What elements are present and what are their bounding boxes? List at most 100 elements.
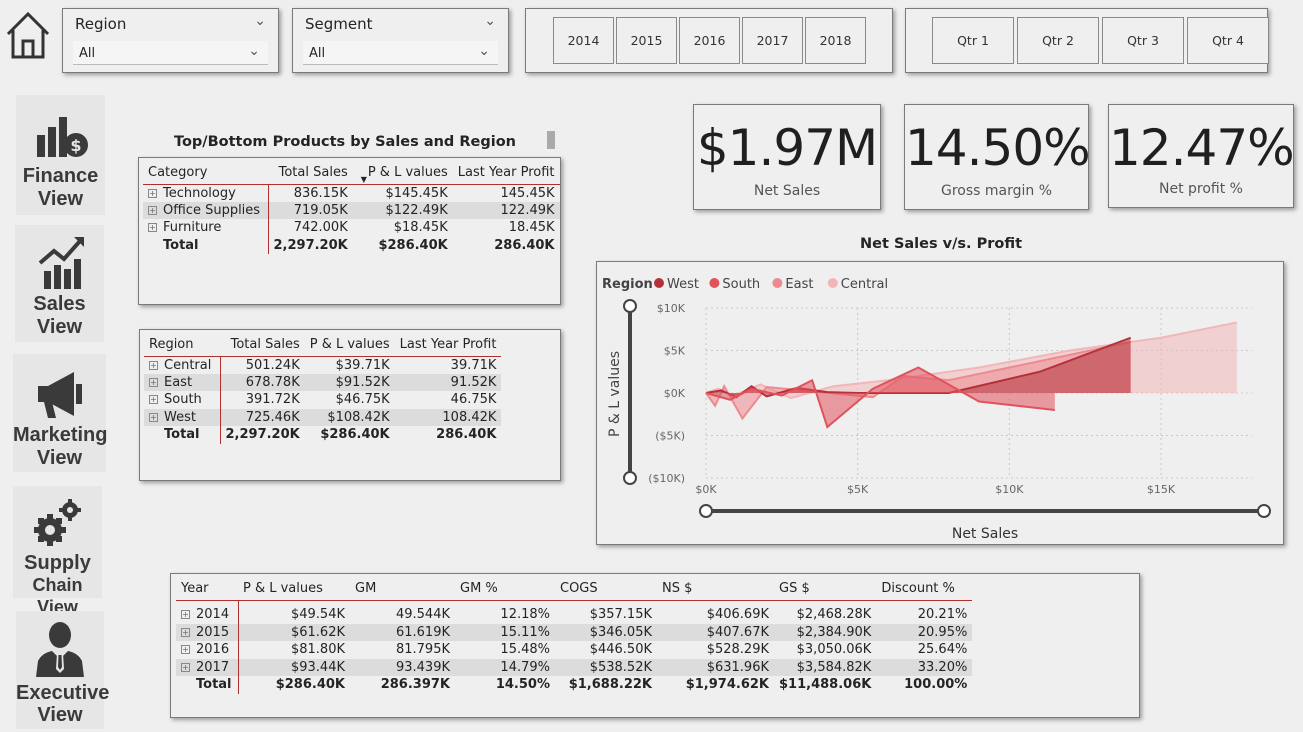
y-zoom-slider-handle-top[interactable] [623, 299, 637, 313]
cell: $357.15K [589, 607, 652, 623]
kpi-value: $1.97M [696, 119, 878, 177]
year-button-2018[interactable]: 2018 [805, 17, 866, 64]
cell: 108.42K [394, 408, 502, 426]
nav-finance-view[interactable]: $ Finance View [16, 95, 105, 215]
x-zoom-slider-handle-right[interactable] [1257, 504, 1271, 518]
cell: $122.49K [352, 201, 453, 219]
nav-marketing-view[interactable]: Marketing View [13, 354, 107, 472]
legend-label-central[interactable]: Central [841, 277, 888, 292]
chart-svg: Region West South East Central $10K $5K $0K ($… [602, 277, 1271, 542]
expand-icon[interactable]: + [181, 645, 190, 655]
y-tick-label: $10K [657, 302, 686, 315]
column-header[interactable]: Total Sales [220, 334, 305, 357]
legend-label-south[interactable]: South [722, 277, 760, 292]
column-header[interactable]: GM [350, 578, 455, 601]
nav-supply-label-1: Supply [24, 552, 91, 574]
chevron-down-icon: ⌄ [478, 43, 490, 59]
expand-icon[interactable]: + [148, 205, 157, 215]
kpi-label: Net Sales [753, 183, 821, 199]
column-header[interactable]: Region [144, 334, 220, 357]
column-header[interactable]: NS $ [657, 578, 774, 601]
cell: Total [164, 427, 200, 443]
cell: $406.69K [706, 607, 769, 623]
home-button[interactable] [4, 8, 52, 62]
table-row: + Technology 836.15K $145.45K 145.45K [143, 184, 560, 202]
year-matrix: Year P & L values GM GM % COGS NS $ GS $… [176, 578, 973, 694]
gears-icon [33, 499, 81, 546]
cell: 2014 [196, 607, 230, 623]
segment-slicer-title: Segment [305, 15, 373, 33]
y-zoom-slider-handle-bottom[interactable] [623, 471, 637, 485]
expand-icon[interactable]: + [181, 610, 190, 620]
cell: $1,688.22K [568, 677, 652, 693]
legend-marker-central[interactable] [827, 278, 838, 288]
home-icon [6, 11, 50, 59]
cell: Office Supplies [163, 202, 261, 218]
expand-icon[interactable]: + [149, 377, 158, 387]
quarter-button-4[interactable]: Qtr 4 [1187, 17, 1269, 64]
cell: 39.71K [450, 357, 497, 373]
column-header[interactable]: Last Year Profit [394, 334, 502, 357]
year-button-2015[interactable]: 2015 [616, 17, 677, 64]
x-zoom-slider-handle-left[interactable] [699, 504, 713, 518]
legend-label-east[interactable]: East [785, 277, 813, 292]
region-dropdown[interactable]: All ⌄ [73, 41, 268, 65]
column-header[interactable]: P & L values [238, 578, 350, 601]
table-row: +2014 $49.54K 49.544K 12.18% $357.15K $4… [176, 606, 972, 624]
expand-icon[interactable]: + [181, 662, 190, 672]
quarter-button-3[interactable]: Qtr 3 [1102, 17, 1184, 64]
cell: $3,584.82K [774, 658, 877, 676]
column-header[interactable]: Total Sales [268, 162, 353, 185]
cell: Total [163, 237, 199, 253]
expand-icon[interactable]: + [149, 395, 158, 405]
column-header[interactable]: GM % [455, 578, 555, 601]
chart-areas [705, 321, 1238, 429]
cell: $81.80K [290, 642, 345, 658]
column-header[interactable]: Discount % [876, 578, 973, 601]
nav-executive-view[interactable]: Executive View [16, 611, 109, 729]
year-button-2016[interactable]: 2016 [679, 17, 740, 64]
cell: 286.40K [436, 427, 497, 443]
expand-icon[interactable]: + [148, 223, 157, 233]
expand-icon[interactable]: + [148, 188, 157, 198]
nav-supply-chain-view[interactable]: Supply Chain View [13, 486, 102, 617]
finance-icon: $ [36, 117, 88, 157]
segment-dropdown[interactable]: All ⌄ [303, 41, 498, 65]
scrollbar[interactable] [547, 131, 555, 149]
quarter-button-2[interactable]: Qtr 2 [1017, 17, 1099, 64]
nav-sales-view[interactable]: Sales View [15, 225, 104, 342]
expand-icon[interactable]: + [149, 360, 158, 370]
expand-icon[interactable]: + [149, 412, 158, 422]
column-header-label: P & L values [367, 165, 448, 181]
cell: $2,468.28K [796, 607, 872, 623]
quarter-button-1[interactable]: Qtr 1 [932, 17, 1014, 64]
x-tick-label: $15K [1147, 483, 1176, 496]
column-header[interactable]: Category [143, 162, 268, 185]
kpi-label: Net profit % [1159, 181, 1243, 197]
cell: $446.50K [589, 642, 652, 658]
products-table: Category Total Sales ▼ P & L values Last … [138, 157, 561, 305]
legend-marker-east[interactable] [772, 278, 783, 288]
cell: $145.45K [385, 185, 448, 201]
x-axis-ticks: $0K $5K $10K $15K [695, 483, 1175, 496]
legend-label-west[interactable]: West [667, 277, 699, 292]
year-button-2017[interactable]: 2017 [742, 17, 803, 64]
cell: 725.46K [220, 408, 305, 426]
chevron-down-icon: ⌄ [248, 43, 260, 59]
column-header[interactable]: ▼ P & L values [352, 162, 453, 185]
legend-marker-west[interactable] [654, 278, 664, 288]
nav-executive-label-2: View [37, 704, 83, 726]
cell: $286.40K [320, 427, 390, 443]
chevron-down-icon[interactable]: ⌄ [254, 13, 266, 29]
column-header[interactable]: GS $ [774, 578, 877, 601]
chevron-down-icon[interactable]: ⌄ [484, 13, 496, 29]
column-header[interactable]: Year [176, 578, 238, 601]
column-header[interactable]: COGS [555, 578, 657, 601]
year-button-2014[interactable]: 2014 [553, 17, 614, 64]
expand-icon[interactable]: + [181, 627, 190, 637]
column-header[interactable]: Last Year Profit [452, 162, 560, 185]
cell: $108.42K [304, 408, 395, 426]
legend-marker-south[interactable] [709, 278, 720, 288]
column-header[interactable]: P & L values [304, 334, 395, 357]
kpi-gross-margin: 14.50% Gross margin % [904, 104, 1091, 210]
